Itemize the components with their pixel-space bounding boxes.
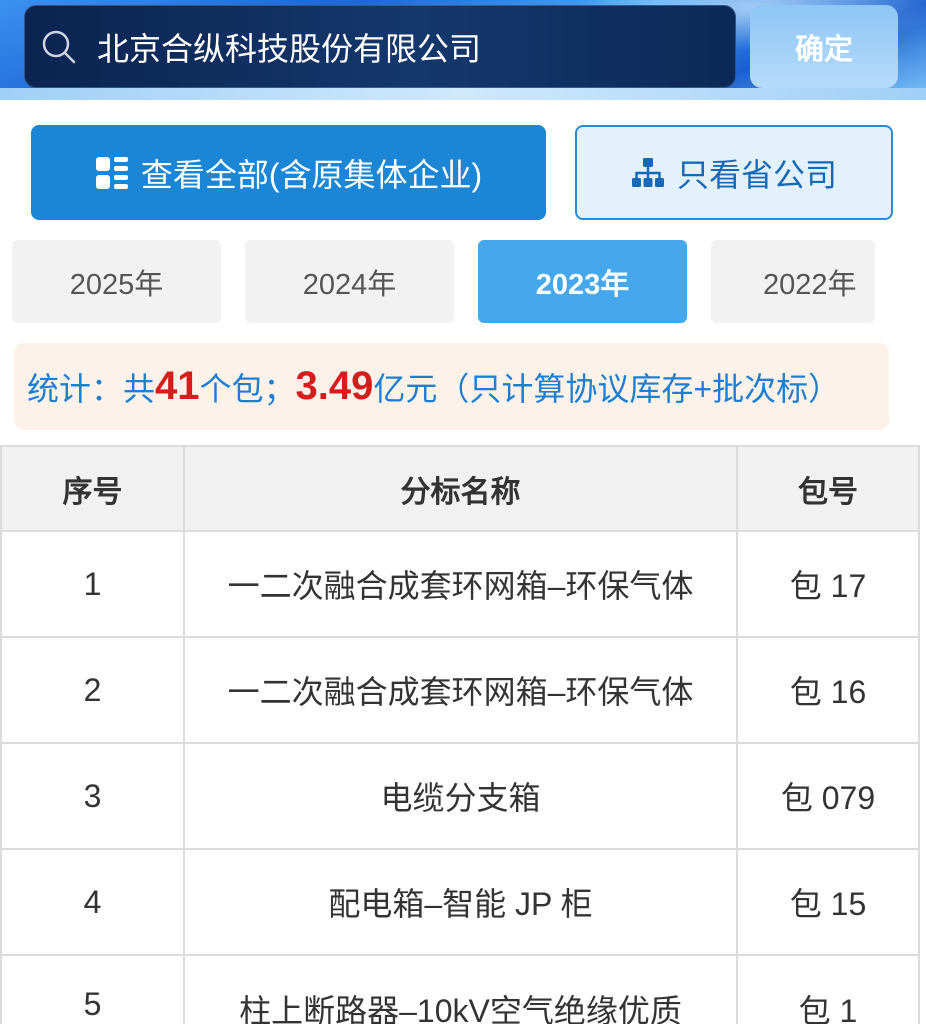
tab-year-2022[interactable]: 2022年 bbox=[711, 240, 875, 323]
view-all-button[interactable]: 查看全部(含原集体企业) bbox=[31, 125, 546, 220]
search-box[interactable] bbox=[24, 5, 736, 88]
row-index: 4 bbox=[0, 850, 185, 956]
header-index: 序号 bbox=[0, 445, 185, 532]
grid-icon bbox=[95, 156, 128, 189]
confirm-button[interactable]: 确定 bbox=[750, 5, 898, 88]
header-package: 包号 bbox=[738, 445, 920, 532]
province-only-label: 只看省公司 bbox=[676, 156, 837, 193]
tab-year-2025[interactable]: 2025年 bbox=[12, 240, 221, 323]
table-row[interactable]: 4 配电箱–智能 JP 柜 包 15 bbox=[0, 850, 920, 956]
row-lot-name: 一二次融合成套环网箱–环保气体 bbox=[185, 532, 738, 638]
row-lot-name: 一二次融合成套环网箱–环保气体 bbox=[185, 638, 738, 744]
row-index: 3 bbox=[0, 744, 185, 850]
search-header: 确定 bbox=[0, 0, 926, 100]
search-icon bbox=[42, 30, 76, 64]
table-row[interactable]: 2 一二次融合成套环网箱–环保气体 包 16 bbox=[0, 638, 920, 744]
row-index: 1 bbox=[0, 532, 185, 638]
row-package: 包 1 bbox=[738, 956, 920, 1024]
tab-year-2024[interactable]: 2024年 bbox=[245, 240, 454, 323]
bid-table: 序号 分标名称 包号 1 一二次融合成套环网箱–环保气体 包 17 2 一二次融… bbox=[0, 445, 920, 1024]
stats-prefix: 统计：共 bbox=[27, 370, 156, 407]
stats-suffix: 亿元（只计算协议库存+批次标） bbox=[373, 370, 841, 407]
row-lot-name: 电缆分支箱 bbox=[185, 744, 738, 850]
row-lot-name: 柱上断路器–10kV空气绝缘优质 bbox=[185, 956, 738, 1024]
org-chart-icon bbox=[631, 157, 664, 187]
row-package: 包 16 bbox=[738, 638, 920, 744]
total-amount: 3.49 bbox=[295, 364, 374, 408]
table-row[interactable]: 3 电缆分支箱 包 079 bbox=[0, 744, 920, 850]
package-unit: 个包； bbox=[199, 370, 296, 407]
header-lot-name: 分标名称 bbox=[185, 445, 738, 532]
row-index: 2 bbox=[0, 638, 185, 744]
row-index: 5 bbox=[0, 956, 185, 1024]
tab-year-2023[interactable]: 2023年 bbox=[478, 240, 687, 323]
row-package: 包 17 bbox=[738, 532, 920, 638]
stats-summary: 统计：共 41 个包； 3.49 亿元（只计算协议库存+批次标） bbox=[14, 343, 889, 430]
row-package: 包 15 bbox=[738, 850, 920, 956]
row-lot-name: 配电箱–智能 JP 柜 bbox=[185, 850, 738, 956]
package-count: 41 bbox=[155, 364, 200, 408]
year-tabs: 2025年 2024年 2023年 2022年 bbox=[12, 240, 875, 323]
table-row[interactable]: 5 柱上断路器–10kV空气绝缘优质 包 1 bbox=[0, 956, 920, 1024]
header-decoration bbox=[0, 88, 926, 100]
row-package: 包 079 bbox=[738, 744, 920, 850]
view-all-label: 查看全部(含原集体企业) bbox=[140, 156, 483, 193]
search-input[interactable] bbox=[97, 6, 717, 87]
table-row[interactable]: 1 一二次融合成套环网箱–环保气体 包 17 bbox=[0, 532, 920, 638]
table-header-row: 序号 分标名称 包号 bbox=[0, 445, 920, 532]
province-only-button[interactable]: 只看省公司 bbox=[575, 125, 893, 220]
